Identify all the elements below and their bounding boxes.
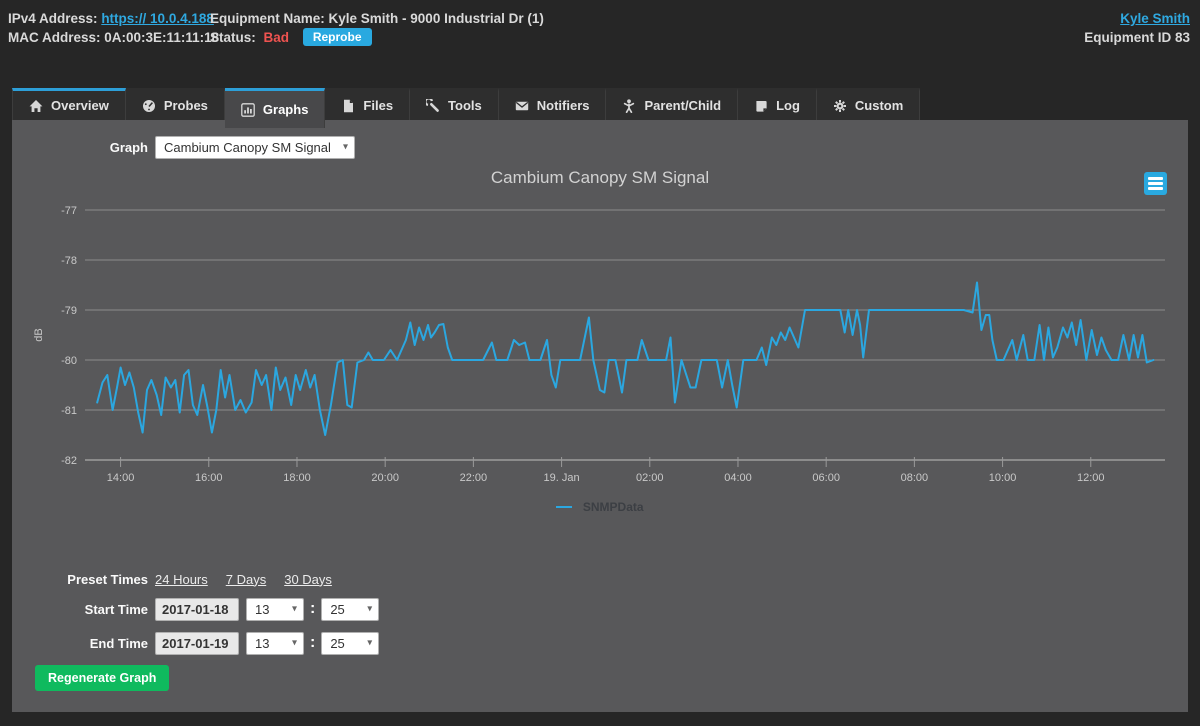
svg-text:19. Jan: 19. Jan [544,472,580,484]
end-hour-select[interactable]: 13 [246,631,304,655]
tab-probes[interactable]: Probes [125,88,225,120]
graph-select-label: Graph [109,139,148,155]
chart-title: Cambium Canopy SM Signal [490,168,710,187]
gauge-icon [142,99,155,112]
svg-text:10:00: 10:00 [989,472,1017,484]
preset-times-label: Preset Times [67,571,148,587]
tab-label: Files [363,98,394,113]
tab-tools[interactable]: Tools [410,88,499,120]
start-minute-select[interactable]: 25 [321,597,380,621]
mac-label: MAC Address: [8,30,101,45]
chart-legend[interactable]: SNMPData [12,498,1188,516]
status-badge: Bad [263,30,290,45]
svg-text:-77: -77 [61,205,77,217]
reprobe-button[interactable]: Reprobe [302,28,372,46]
tab-label: Graphs [262,102,309,117]
svg-text:20:00: 20:00 [371,472,399,484]
equipment-id: Equipment ID 83 [1084,30,1190,45]
time-separator: : [310,600,316,617]
end-minute-select[interactable]: 25 [321,631,380,655]
tab-label: Probes [163,98,208,113]
status-label: Status: [210,30,256,45]
legend-line-swatch [556,505,573,508]
svg-text:-80: -80 [61,355,77,367]
end-date-input[interactable] [155,631,239,655]
tab-label: Log [776,98,800,113]
end-time-row: End Time 13 : 25 [12,630,380,656]
preset-24-hours-link[interactable]: 24 Hours [155,572,208,587]
svg-text:18:00: 18:00 [283,472,311,484]
note-icon [756,100,767,112]
graphs-panel: Graph Cambium Canopy SM Signal Cambium C… [12,120,1188,712]
tab-log[interactable]: Log [738,88,817,120]
bar-chart-icon [241,102,255,117]
ipv4-link[interactable]: https:// 10.0.4.188 [101,11,214,26]
wrench-icon [426,98,439,112]
svg-text:08:00: 08:00 [901,472,929,484]
envelope-icon [515,101,528,110]
tab-label: Custom [854,98,904,113]
mac-value: 0A:00:3E:11:11:18 [104,30,220,45]
svg-text:-81: -81 [61,405,77,417]
preset-7-days-link[interactable]: 7 Days [226,572,266,587]
tab-label: Parent/Child [644,98,722,113]
tab-custom[interactable]: Custom [816,88,921,120]
start-hour-select[interactable]: 13 [246,597,304,621]
home-icon [29,99,43,112]
start-time-row: Start Time 13 : 25 [12,596,380,622]
svg-text:02:00: 02:00 [636,472,664,484]
signal-line-chart: -77 -78 -79 -80 -81 -82 14:00 16:00 18:00 20:00 22… [33,205,1165,484]
svg-text:12:00: 12:00 [1077,472,1105,484]
ipv4-label: IPv4 Address: [8,11,98,26]
tab-notifiers[interactable]: Notifiers [498,88,607,120]
tab-graphs[interactable]: Graphs [224,88,326,128]
tab-files[interactable]: Files [325,88,411,120]
person-icon [624,98,635,113]
preset-30-days-link[interactable]: 30 Days [284,572,332,587]
header-left: IPv4 Address: https:// 10.0.4.188 MAC Ad… [8,9,219,47]
tab-label: Overview [51,98,109,113]
tab-bar: Overview Probes Graphs Files Tools Notif… [12,88,921,128]
graph-selector-row: Graph Cambium Canopy SM Signal [12,134,355,160]
preset-times-row: Preset Times 24 Hours 7 Days 30 Days [12,568,350,590]
user-link[interactable]: Kyle Smith [1120,11,1190,26]
regenerate-graph-button[interactable]: Regenerate Graph [35,665,170,691]
tab-label: Tools [448,98,482,113]
gear-icon [833,99,846,112]
svg-text:04:00: 04:00 [724,472,752,484]
svg-text:-82: -82 [61,455,77,467]
file-icon [344,99,354,112]
legend-series-label: SNMPData [582,499,644,514]
start-date-input[interactable] [155,597,239,621]
svg-text:dB: dB [33,328,45,341]
end-time-label: End Time [89,635,148,651]
graph-select[interactable]: Cambium Canopy SM Signal [155,135,355,159]
tab-overview[interactable]: Overview [12,88,126,120]
header-right: Kyle Smith Equipment ID 83 [1084,9,1190,47]
svg-text:06:00: 06:00 [812,472,840,484]
time-separator: : [310,634,316,651]
svg-text:16:00: 16:00 [195,472,223,484]
svg-text:-78: -78 [61,255,77,267]
equipment-name-value: Kyle Smith - 9000 Industrial Dr (1) [328,11,544,26]
chart-menu-button[interactable] [1144,172,1167,195]
svg-text:14:00: 14:00 [107,472,135,484]
tab-parent-child[interactable]: Parent/Child [606,88,739,120]
header-middle: Equipment Name: Kyle Smith - 9000 Indust… [210,9,544,47]
svg-text:-79: -79 [61,305,77,317]
svg-text:22:00: 22:00 [460,472,488,484]
equipment-name-label: Equipment Name: [210,11,325,26]
start-time-label: Start Time [84,601,148,617]
tab-label: Notifiers [536,98,590,113]
